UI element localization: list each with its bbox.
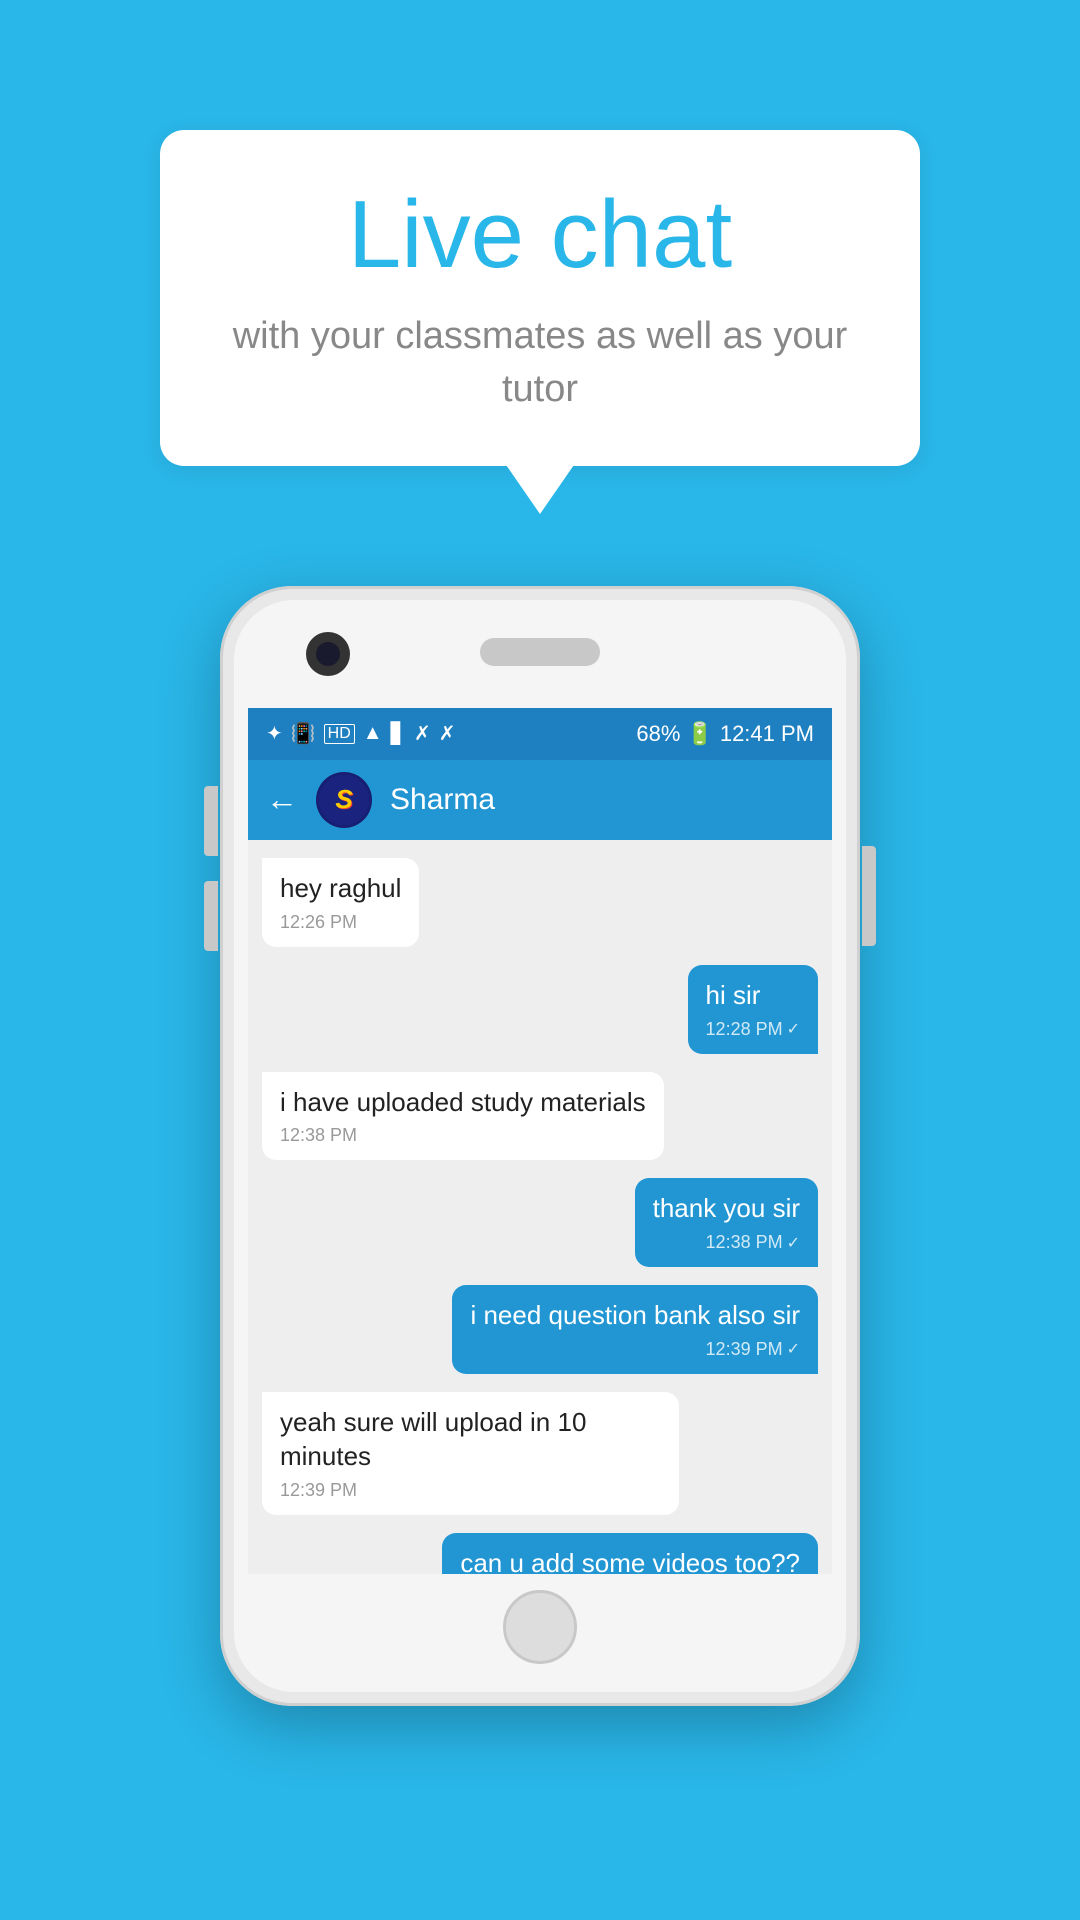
signal-icon: ▋ <box>391 721 406 746</box>
earpiece-speaker <box>480 638 600 666</box>
bubble-title: Live chat <box>230 182 850 288</box>
avatar <box>316 772 372 828</box>
message-time: 12:26 PM <box>280 912 401 933</box>
battery-percentage: 68% <box>636 721 680 747</box>
speech-bubble: Live chat with your classmates as well a… <box>160 130 920 466</box>
clock: 12:41 PM <box>720 721 814 747</box>
message-bubble: i have uploaded study materials 12:38 PM <box>262 1072 664 1161</box>
message-time: 12:38 PM ✓ <box>653 1232 800 1253</box>
checkmark-icon: ✓ <box>787 1019 800 1039</box>
message-text: hi sir <box>706 979 800 1013</box>
wifi-icon: ▲ <box>363 722 383 745</box>
page-background: Live chat with your classmates as well a… <box>0 0 1080 1920</box>
front-camera <box>306 632 350 676</box>
message-bubble: thank you sir 12:38 PM ✓ <box>635 1178 818 1267</box>
message-text: yeah sure will upload in 10 minutes <box>280 1406 661 1474</box>
checkmark-icon: ✓ <box>787 1339 800 1359</box>
message-time: 12:28 PM ✓ <box>706 1019 800 1040</box>
signal-icon-3: ✗ <box>439 721 456 746</box>
bluetooth-icon: ✦ <box>266 721 283 746</box>
message-bubble: i need question bank also sir 12:39 PM ✓ <box>452 1285 818 1374</box>
status-bar: ✦ 📳 HD ▲ ▋ ✗ ✗ 68% 🔋 12: <box>248 708 832 760</box>
messages-container: hey raghul 12:26 PM hi sir 12:28 PM ✓ i … <box>248 840 832 1574</box>
power-button <box>862 846 876 946</box>
message-time: 12:38 PM <box>280 1125 646 1146</box>
chat-header: ← Sharma <box>248 760 832 840</box>
message-bubble: hey raghul 12:26 PM <box>262 858 419 947</box>
phone-screen: ✦ 📳 HD ▲ ▋ ✗ ✗ 68% 🔋 12: <box>248 708 832 1574</box>
checkmark-icon: ✓ <box>787 1233 800 1253</box>
status-bar-right: 68% 🔋 12:41 PM <box>636 721 814 747</box>
screen-content: ✦ 📳 HD ▲ ▋ ✗ ✗ 68% 🔋 12: <box>248 708 832 1574</box>
volume-up-button <box>204 786 218 856</box>
phone-inner-shell: ✦ 📳 HD ▲ ▋ ✗ ✗ 68% 🔋 12: <box>234 600 846 1692</box>
bubble-subtitle: with your classmates as well as your tut… <box>230 310 850 416</box>
message-time: 12:39 PM <box>280 1480 661 1501</box>
message-text: i need question bank also sir <box>470 1299 800 1333</box>
contact-name: Sharma <box>390 783 495 817</box>
message-text: thank you sir <box>653 1192 800 1226</box>
signal-icon-2: ✗ <box>414 721 431 746</box>
back-button[interactable]: ← <box>266 781 298 818</box>
hd-icon: HD <box>324 724 355 744</box>
message-text: i have uploaded study materials <box>280 1086 646 1120</box>
battery-icon: 🔋 <box>686 721 713 747</box>
phone-outer-shell: ✦ 📳 HD ▲ ▋ ✗ ✗ 68% 🔋 12: <box>220 586 860 1706</box>
message-text: can u add some videos too?? <box>460 1547 800 1574</box>
message-bubble: can u add some videos too?? 12:39 PM ✓ <box>442 1533 818 1574</box>
message-bubble: yeah sure will upload in 10 minutes 12:3… <box>262 1392 679 1515</box>
message-time: 12:39 PM ✓ <box>470 1339 800 1360</box>
message-text: hey raghul <box>280 872 401 906</box>
status-bar-left: ✦ 📳 HD ▲ ▋ ✗ ✗ <box>266 721 456 746</box>
vibrate-icon: 📳 <box>291 721 316 746</box>
message-bubble: hi sir 12:28 PM ✓ <box>688 965 818 1054</box>
volume-down-button <box>204 881 218 951</box>
phone-mockup: ✦ 📳 HD ▲ ▋ ✗ ✗ 68% 🔋 12: <box>220 586 860 1706</box>
home-button[interactable] <box>503 1590 577 1664</box>
